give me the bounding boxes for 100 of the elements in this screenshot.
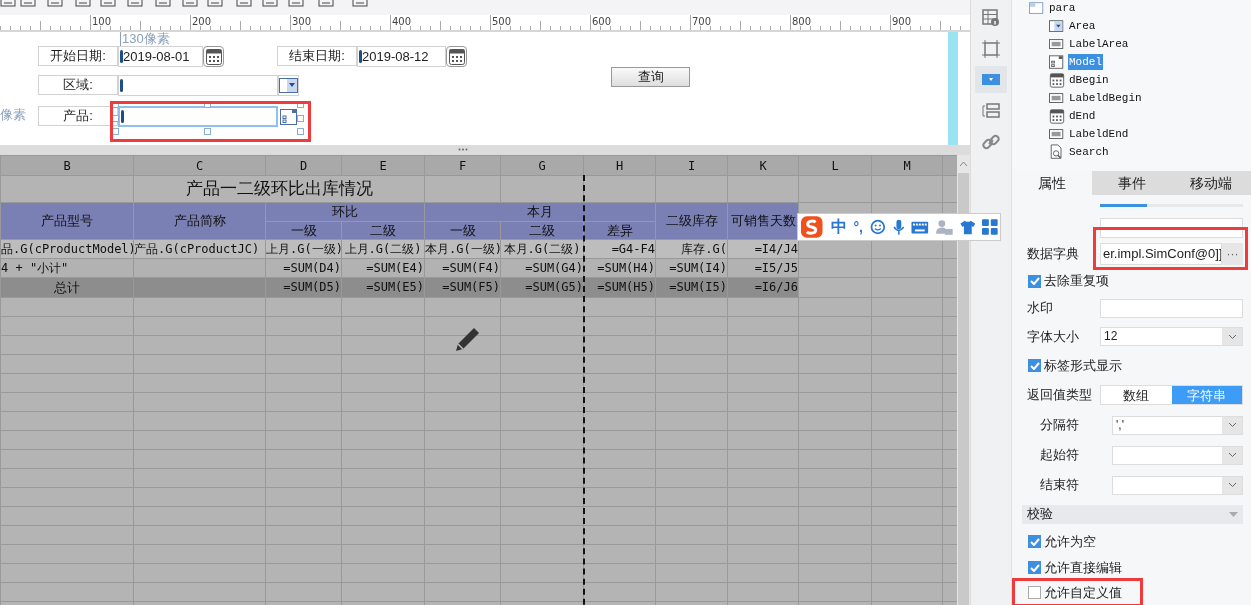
select-field[interactable] <box>1112 475 1243 495</box>
checkbox[interactable] <box>1028 586 1041 599</box>
date-field[interactable]: 2019-08-01 <box>118 46 203 67</box>
widget-date-icon <box>1049 107 1065 125</box>
field-label: 允许自定义值 <box>1044 583 1122 602</box>
toolbar-icon[interactable] <box>0 0 16 8</box>
column-header[interactable]: H <box>583 155 656 176</box>
ime-mode-toggle[interactable]: 中 <box>830 215 847 239</box>
combo-field[interactable] <box>118 75 278 96</box>
tree-item[interactable]: LabelArea <box>1068 36 1130 52</box>
sheet-title: 产品一二级环比出库情况 <box>133 175 425 202</box>
tree-item[interactable]: Area <box>1068 18 1097 34</box>
select-value: 12 <box>1103 328 1119 345</box>
tree-item[interactable]: LabeldBegin <box>1068 90 1143 106</box>
input-field[interactable]: er.impl.SimConf@0]] <box>1100 243 1222 265</box>
toolbar-icon[interactable] <box>75 0 91 8</box>
toolbar-icon[interactable] <box>236 0 252 8</box>
date-field[interactable]: 2019-08-12 <box>357 46 446 67</box>
select-field[interactable] <box>1112 445 1243 465</box>
tree-item[interactable]: LabeldEnd <box>1068 126 1130 142</box>
splitter-handle-icon[interactable] <box>458 148 468 151</box>
column-header[interactable]: F <box>424 155 501 176</box>
checkmark-icon <box>1029 563 1040 572</box>
column-header[interactable]: B <box>0 155 134 176</box>
chevron-down-icon <box>1227 333 1237 340</box>
ruler-label: 500 <box>492 16 512 27</box>
punctuation-toggle[interactable]: °, <box>853 216 863 238</box>
toolbar-icon[interactable] <box>155 0 171 8</box>
chevron-down-icon <box>1227 482 1237 488</box>
toolbar-icon[interactable] <box>100 0 116 8</box>
checkbox[interactable] <box>1028 561 1041 574</box>
chevron-down-icon <box>1227 452 1237 458</box>
widget-info-icon <box>982 8 1000 27</box>
column-header[interactable]: E <box>341 155 425 176</box>
table-header: 二级库存 <box>655 202 728 239</box>
tree-combo-field[interactable] <box>118 106 278 127</box>
smiley-icon[interactable] <box>870 219 886 235</box>
query-button[interactable]: 查询 <box>611 67 690 87</box>
checkbox[interactable] <box>1028 274 1041 288</box>
field-label: 允许为空 <box>1044 532 1096 551</box>
browse-button[interactable]: ··· <box>1222 243 1243 265</box>
field-label: 去除重复项 <box>1044 272 1109 291</box>
ruler-label: 800 <box>792 16 812 27</box>
tree-button[interactable] <box>278 106 298 127</box>
checkbox[interactable] <box>1028 359 1041 372</box>
dropdown-button[interactable] <box>278 75 299 96</box>
column-header[interactable]: M <box>871 155 943 176</box>
calendar-button[interactable] <box>203 46 224 67</box>
keyboard-icon[interactable] <box>911 220 930 234</box>
checkbox[interactable] <box>1028 535 1041 548</box>
toolbar-icon[interactable] <box>207 0 223 8</box>
calendar-button[interactable] <box>446 46 467 67</box>
checkmark-icon <box>1029 277 1040 285</box>
tree-item[interactable]: dBegin <box>1068 72 1110 88</box>
widget-search-icon <box>1049 143 1065 161</box>
checkmark-icon <box>1029 537 1040 546</box>
column-header[interactable]: L <box>798 155 872 176</box>
section-header[interactable]: 校验 <box>1022 504 1243 524</box>
field-label: 允许直接编辑 <box>1044 558 1122 577</box>
grid-icon[interactable] <box>982 219 998 235</box>
select-field[interactable]: ',' <box>1112 415 1243 435</box>
field-label: 水印 <box>1026 299 1054 318</box>
panel-tab[interactable]: 属性 <box>1012 171 1092 195</box>
tree-list-icon <box>279 108 297 125</box>
table-cell: 总计 <box>0 277 134 298</box>
ruler-label: 900 <box>892 16 912 27</box>
scrollbar[interactable] <box>957 155 970 605</box>
table-header: 产品简称 <box>133 202 266 239</box>
input-field[interactable] <box>1100 298 1243 318</box>
column-header[interactable]: D <box>265 155 342 176</box>
select-field[interactable]: 12 <box>1100 327 1243 346</box>
microphone-icon[interactable] <box>892 218 905 236</box>
calendar-icon <box>204 47 223 66</box>
tree-item[interactable]: Search <box>1068 144 1110 160</box>
tool-button[interactable] <box>975 66 1007 93</box>
toolbar-icon[interactable] <box>318 0 334 8</box>
toolbar-icon[interactable] <box>352 0 368 8</box>
toolbar-icon[interactable] <box>47 0 63 8</box>
calendar-icon <box>447 47 466 66</box>
user-icon[interactable] <box>936 219 953 235</box>
toolbar-icon[interactable] <box>127 0 143 8</box>
ruler-label: 300 <box>292 16 312 27</box>
column-header[interactable]: C <box>133 155 266 176</box>
tree-item[interactable]: para <box>1048 0 1077 16</box>
field-label: 标签形式显示 <box>1044 356 1122 375</box>
widget-combo-icon <box>1049 17 1065 35</box>
toolbar-icon[interactable] <box>288 0 304 8</box>
toolbar-icon[interactable] <box>182 0 198 8</box>
field-label: 字体大小 <box>1026 327 1080 346</box>
toolbar-icon[interactable] <box>262 0 278 8</box>
shirt-icon[interactable] <box>959 219 976 235</box>
toolbar-icon[interactable] <box>20 0 36 8</box>
field-label: 返回值类型 <box>1026 386 1093 405</box>
scroll-up-icon[interactable] <box>959 161 968 167</box>
column-header[interactable]: I <box>655 155 728 176</box>
column-header[interactable]: G <box>500 155 584 176</box>
form-label: 区域: <box>38 75 118 95</box>
tree-item[interactable]: dEnd <box>1068 108 1097 124</box>
column-header[interactable]: K <box>727 155 799 176</box>
ime-logo-icon[interactable] <box>800 215 824 239</box>
